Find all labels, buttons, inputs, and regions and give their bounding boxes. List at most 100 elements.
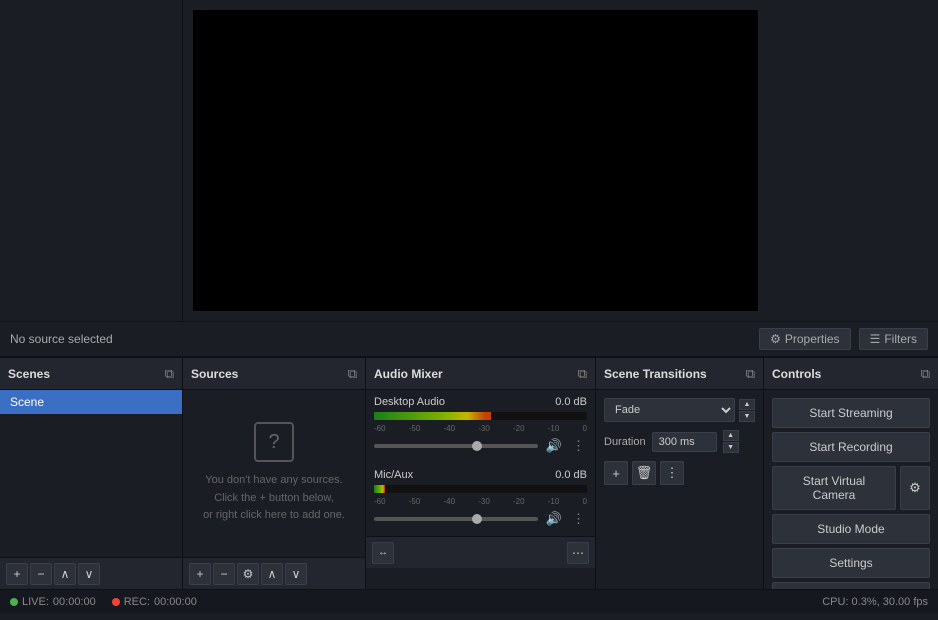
sources-remove-button[interactable]: − [213, 563, 235, 585]
audio-mixer-menu-button[interactable]: ⋯ [567, 542, 589, 564]
desktop-audio-name: Desktop Audio [374, 396, 445, 408]
rec-status: REC: 00:00:00 [112, 596, 197, 608]
desktop-audio-slider-thumb[interactable] [472, 441, 482, 451]
scenes-panel: Scenes ⧉ Scene + − ∧ ∨ [0, 358, 183, 589]
live-label: LIVE: [22, 596, 49, 608]
settings-button[interactable]: Settings [772, 548, 930, 578]
question-mark-icon: ? [254, 422, 294, 462]
mic-aux-menu-button[interactable]: ⋮ [570, 509, 587, 529]
mic-aux-slider-thumb[interactable] [472, 514, 482, 524]
rec-indicator [112, 598, 120, 606]
desktop-audio-menu-button[interactable]: ⋮ [570, 436, 587, 456]
duration-spin-down[interactable]: ▼ [723, 442, 739, 453]
rec-label: REC: [124, 596, 150, 608]
transitions-add-button[interactable]: + [604, 461, 628, 485]
start-recording-button[interactable]: Start Recording [772, 432, 930, 462]
scenes-panel-title: Scenes [8, 367, 50, 381]
filters-button[interactable]: ☰ Filters [859, 328, 928, 350]
transitions-spin-down[interactable]: ▼ [739, 411, 755, 422]
live-indicator [10, 598, 18, 606]
sources-move-up-button[interactable]: ∧ [261, 563, 283, 585]
mic-aux-channel: Mic/Aux 0.0 dB -60 -50 -40 -30 -20 -10 0… [366, 463, 595, 536]
controls-panel-title: Controls [772, 367, 821, 381]
desktop-audio-slider[interactable] [374, 444, 538, 448]
desktop-audio-meter [374, 412, 587, 420]
scenes-panel-header: Scenes ⧉ [0, 358, 182, 390]
sources-empty-message: You don't have any sources.Click the + b… [203, 472, 345, 525]
live-status: LIVE: 00:00:00 [10, 596, 96, 608]
start-streaming-button[interactable]: Start Streaming [772, 398, 930, 428]
audio-mixer-toolbar: ↔ ⋯ [366, 536, 595, 568]
right-sidebar-top [768, 0, 938, 321]
scenes-move-down-button[interactable]: ∨ [78, 563, 100, 585]
desktop-audio-db: 0.0 dB [555, 396, 587, 408]
virtual-camera-settings-button[interactable]: ⚙ [900, 466, 930, 510]
transitions-menu-button[interactable]: ⋮ [660, 461, 684, 485]
scenes-toolbar: + − ∧ ∨ [0, 557, 182, 589]
sources-panel: Sources ⧉ ? You don't have any sources.C… [183, 358, 366, 589]
sources-settings-button[interactable]: ⚙ [237, 563, 259, 585]
mic-aux-mute-button[interactable]: 🔊 [544, 509, 564, 529]
sources-toolbar: + − ⚙ ∧ ∨ [183, 557, 365, 589]
live-time: 00:00:00 [53, 596, 96, 608]
audio-mixer-panel-icon: ⧉ [578, 366, 587, 382]
mic-aux-slider[interactable] [374, 517, 538, 521]
scenes-remove-button[interactable]: − [30, 563, 52, 585]
transitions-panel: Scene Transitions ⧉ Fade Cut Swipe Slide… [596, 358, 764, 589]
scenes-list: Scene [0, 390, 182, 557]
transitions-actions: + 🗑 ⋮ [604, 461, 755, 485]
scenes-add-button[interactable]: + [6, 563, 28, 585]
transitions-select-row: Fade Cut Swipe Slide ▲ ▼ [604, 398, 755, 422]
sources-move-down-button[interactable]: ∨ [285, 563, 307, 585]
scene-item[interactable]: Scene [0, 390, 182, 414]
preview-canvas [193, 10, 758, 311]
studio-mode-button[interactable]: Studio Mode [772, 514, 930, 544]
left-sidebar-top [0, 0, 183, 321]
mic-aux-controls: 🔊 ⋮ [374, 509, 587, 529]
duration-row: Duration ▲ ▼ [604, 430, 755, 453]
transitions-panel-icon: ⧉ [746, 366, 755, 382]
transitions-spinner: ▲ ▼ [739, 399, 755, 422]
sources-empty: ? You don't have any sources.Click the +… [183, 390, 365, 557]
sources-add-button[interactable]: + [189, 563, 211, 585]
desktop-audio-labels: -60 -50 -40 -30 -20 -10 0 [374, 424, 587, 433]
desktop-audio-channel: Desktop Audio 0.0 dB -60 -50 -40 -30 -20… [366, 390, 595, 463]
statusbar: LIVE: 00:00:00 REC: 00:00:00 CPU: 0.3%, … [0, 589, 938, 613]
audio-mixer-panel-header: Audio Mixer ⧉ [366, 358, 595, 390]
start-virtual-camera-button[interactable]: Start Virtual Camera [772, 466, 896, 510]
preview-area [0, 0, 938, 321]
transitions-panel-title: Scene Transitions [604, 367, 707, 381]
audio-mixer-panel-title: Audio Mixer [374, 367, 443, 381]
filter-icon: ☰ [870, 332, 881, 346]
mic-aux-meter-fill [374, 485, 385, 493]
controls-panel-icon: ⧉ [921, 366, 930, 382]
gear-icon: ⚙ [770, 332, 781, 346]
rec-time: 00:00:00 [154, 596, 197, 608]
sources-panel-icon: ⧉ [348, 366, 357, 382]
controls-panel: Controls ⧉ Start Streaming Start Recordi… [764, 358, 938, 589]
properties-button[interactable]: ⚙ Properties [759, 328, 850, 350]
panels: Scenes ⧉ Scene + − ∧ ∨ Sources ⧉ ? You d… [0, 357, 938, 589]
controls-panel-header: Controls ⧉ [764, 358, 938, 390]
duration-spin-up[interactable]: ▲ [723, 430, 739, 441]
desktop-audio-meter-fill [374, 412, 491, 420]
virtual-camera-row: Start Virtual Camera ⚙ [772, 466, 930, 510]
duration-input[interactable] [652, 432, 717, 452]
transitions-spin-up[interactable]: ▲ [739, 399, 755, 410]
audio-scene-to-scene-button[interactable]: ↔ [372, 542, 394, 564]
desktop-audio-mute-button[interactable]: 🔊 [544, 436, 564, 456]
transitions-panel-header: Scene Transitions ⧉ [596, 358, 763, 390]
sources-panel-header: Sources ⧉ [183, 358, 365, 390]
mic-aux-labels: -60 -50 -40 -30 -20 -10 0 [374, 497, 587, 506]
source-bar: No source selected ⚙ Properties ☰ Filter… [0, 321, 938, 357]
scenes-panel-icon: ⧉ [165, 366, 174, 382]
cpu-label: CPU: 0.3%, 30.00 fps [822, 596, 928, 608]
audio-mixer-panel: Audio Mixer ⧉ Desktop Audio 0.0 dB -60 -… [366, 358, 596, 589]
controls-content: Start Streaming Start Recording Start Vi… [764, 390, 938, 620]
transitions-select[interactable]: Fade Cut Swipe Slide [604, 398, 735, 422]
duration-spinner: ▲ ▼ [723, 430, 739, 453]
scenes-move-up-button[interactable]: ∧ [54, 563, 76, 585]
transitions-remove-button[interactable]: 🗑 [632, 461, 656, 485]
no-source-label: No source selected [10, 332, 113, 346]
gear-icon: ⚙ [909, 480, 921, 496]
